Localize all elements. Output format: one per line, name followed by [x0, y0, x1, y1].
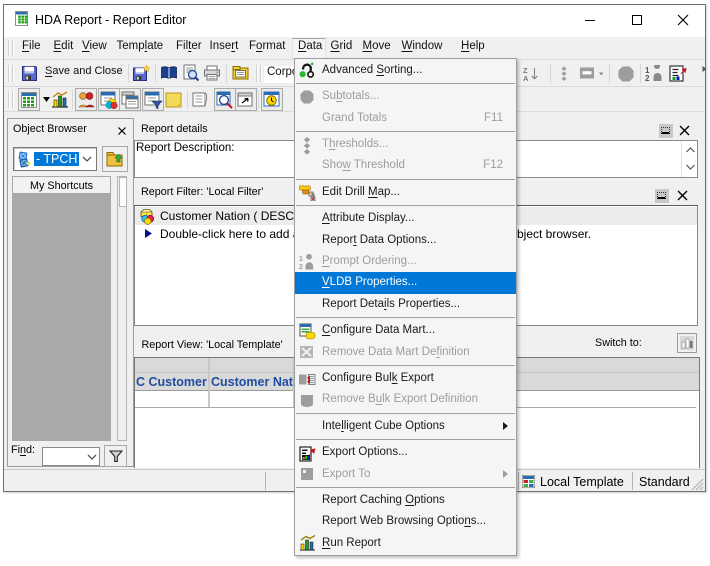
- svg-text:2: 2: [645, 74, 650, 82]
- svg-text:1: 1: [299, 256, 303, 263]
- svg-text:2: 2: [299, 264, 303, 270]
- svg-text:A: A: [523, 74, 529, 82]
